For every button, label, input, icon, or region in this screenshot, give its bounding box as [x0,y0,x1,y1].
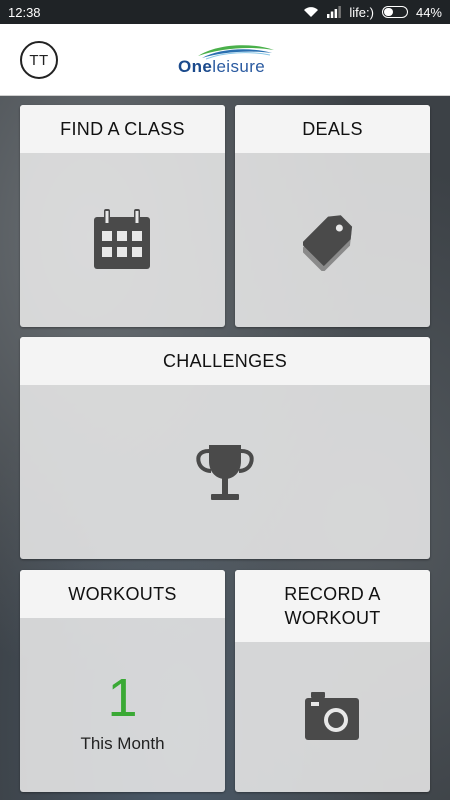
app-bar: TT Oneleisure [0,24,450,96]
workouts-period-label: This Month [80,734,165,753]
battery-icon [381,6,408,18]
battery-level [383,8,393,16]
signal-icon [327,6,342,18]
record-title-line-2: WORKOUT [284,608,381,628]
wifi-icon [303,6,319,18]
calendar-icon [94,209,150,269]
status-time: 12:38 [8,4,41,20]
record-a-workout-title: RECORD A WORKOUT [235,570,430,642]
workouts-tile[interactable]: WORKOUTS 1 This Month [20,570,225,792]
deals-tile[interactable]: DEALS [235,105,430,327]
status-icons: life:) 44% [303,5,442,20]
logo-text-one: One [178,57,213,76]
trophy-icon [196,445,254,500]
deals-title: DEALS [235,105,430,153]
oneleisure-logo: Oneleisure [178,42,278,82]
logo-text-leisure: leisure [212,57,266,76]
challenges-title: CHALLENGES [20,337,430,385]
profile-avatar-button[interactable]: TT [20,41,58,79]
record-a-workout-tile[interactable]: RECORD A WORKOUT [235,570,430,792]
camera-icon [305,692,359,740]
logo-wordmark: Oneleisure [178,57,265,77]
carrier-name: life:) [349,4,374,20]
workouts-count: 1 [107,668,138,728]
record-title-line-1: RECORD A [284,584,381,604]
price-tag-icon [303,215,353,271]
avatar-initials: TT [29,51,49,69]
workouts-title: WORKOUTS [20,570,225,618]
status-bar: 12:38 life:) 44% [0,0,450,24]
find-a-class-tile[interactable]: FIND A CLASS [20,105,225,327]
challenges-tile[interactable]: CHALLENGES [20,337,430,559]
battery-percent: 44% [415,4,442,20]
find-a-class-title: FIND A CLASS [20,105,225,153]
